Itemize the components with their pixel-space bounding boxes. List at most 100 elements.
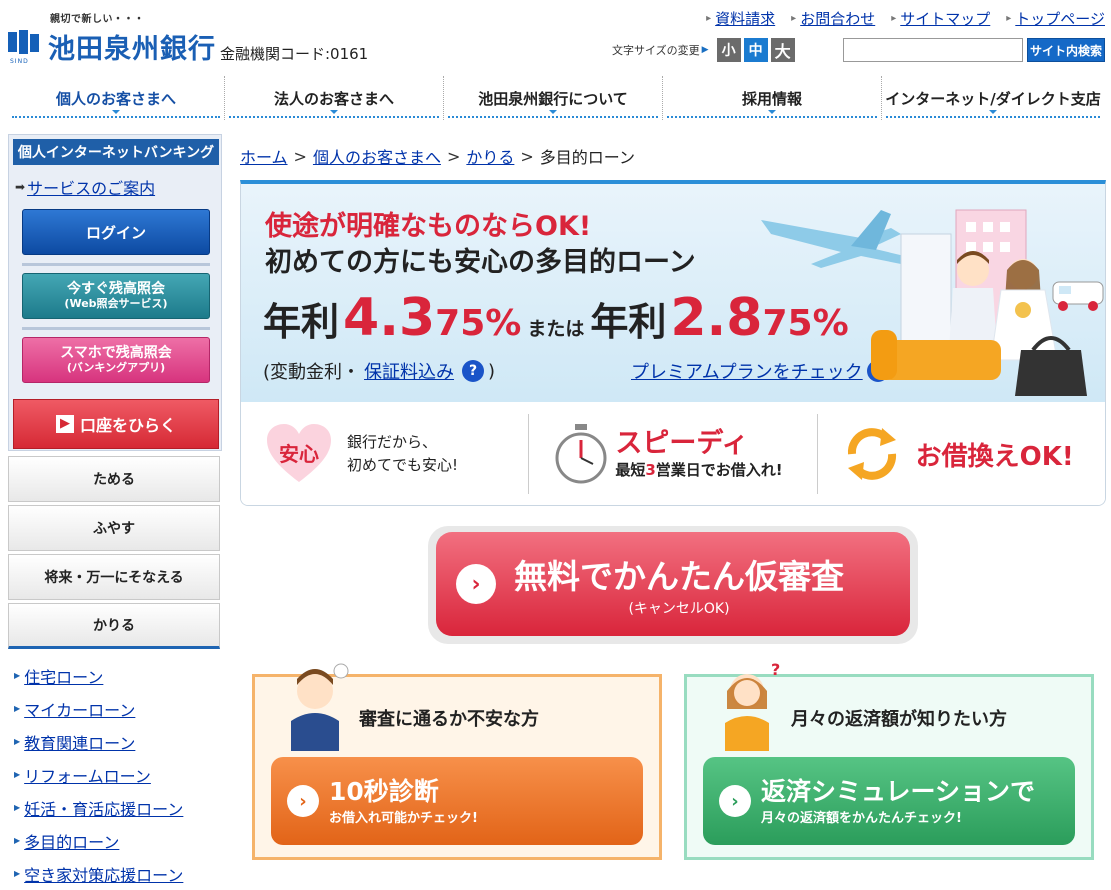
sidebar: 個人インターネットバンキング ➡ サービスのご案内 ログイン 今すぐ残高照会 (… xyxy=(8,134,224,885)
logo-sub-text: SIND xyxy=(10,58,29,65)
list-item[interactable]: ▶ マイカーローン xyxy=(14,692,224,725)
repayment-simulation-button[interactable]: › 返済シミュレーションで 月々の返済額をかんたんチェック! xyxy=(703,757,1075,845)
bank-name[interactable]: 池田泉州銀行 xyxy=(48,27,216,66)
card-button-title: 返済シミュレーションで xyxy=(761,776,1036,806)
bank-logo-icon[interactable]: SIND xyxy=(8,30,40,65)
refinance-title: お借換えOK! xyxy=(915,441,1074,472)
guarantee-fee-link[interactable]: 保証料込み xyxy=(364,358,454,384)
top-link-contact[interactable]: ▸ お問合わせ xyxy=(791,8,875,29)
font-size-medium-button[interactable]: 中 xyxy=(743,38,768,62)
top-link-label[interactable]: サイトマップ xyxy=(900,8,990,29)
site-search-button[interactable]: サイト内検索 xyxy=(1027,38,1105,62)
feature-text: 銀行だから、 初めてでも安心! xyxy=(347,431,458,477)
sub-link-label[interactable]: マイカーローン xyxy=(24,697,135,721)
login-button[interactable]: ログイン xyxy=(22,209,210,255)
rate-label: 年利 xyxy=(590,300,667,344)
speedy-pre: 最短 xyxy=(615,460,646,479)
font-size-small-button[interactable]: 小 xyxy=(716,38,741,62)
open-account-button[interactable]: ▶ 口座をひらく xyxy=(13,399,219,449)
hero-top: 使途が明確なものならOK! 初めての方にも安心の多目的ローン 年利 4.3 75… xyxy=(241,184,1105,402)
top-link-label[interactable]: トップページ xyxy=(1015,8,1105,29)
caret-down-icon xyxy=(768,110,776,114)
side-menu-prepare[interactable]: 将来・万一にそなえる xyxy=(8,554,220,600)
card-button-text: 返済シミュレーションで 月々の返済額をかんたんチェック! xyxy=(761,777,1035,826)
nav-item-personal[interactable]: 個人のお客さまへ xyxy=(8,76,224,120)
pre-screening-button[interactable]: › 無料でかんたん仮審査 (キャンセルOK) xyxy=(436,532,910,636)
sub-link-label[interactable]: 空き家対策応援ローン xyxy=(24,862,183,886)
speedy-title: スピーディ xyxy=(615,427,749,459)
chevron-right-icon: › xyxy=(719,785,751,817)
site-search-input[interactable] xyxy=(843,38,1023,62)
main-content: ホーム > 個人のお客さまへ > かりる > 多目的ローン 使途が明確なものなら… xyxy=(240,134,1106,869)
list-item[interactable]: ▶ リフォームローン xyxy=(14,758,224,791)
list-item[interactable]: ▶ 住宅ローン xyxy=(14,659,224,692)
web-balance-inquiry-button[interactable]: 今すぐ残高照会 (Web照会サービス) xyxy=(22,273,210,319)
sub-link-label[interactable]: 住宅ローン xyxy=(24,664,103,688)
nav-item-label: 池田泉州銀行について xyxy=(478,89,628,108)
car-icon xyxy=(1052,281,1104,311)
speedy-num: 3 xyxy=(645,460,656,479)
side-menu-invest[interactable]: ふやす xyxy=(8,505,220,551)
card-button-text: 10秒診断 お借入れ可能かチェック! xyxy=(329,777,478,826)
top-link-sitemap[interactable]: ▸ サイトマップ xyxy=(891,8,990,29)
airplane-icon xyxy=(761,210,921,268)
chevron-right-icon: › xyxy=(456,564,496,604)
arrow-icon: ▸ xyxy=(891,13,897,24)
anshin-badge: 安心 xyxy=(279,442,319,466)
chevron-right-icon: > xyxy=(446,146,461,166)
button-label: 今すぐ残高照会 xyxy=(67,281,165,297)
card-question: 審査に通るか不安な方 xyxy=(359,709,539,730)
top-link-home[interactable]: ▸ トップページ xyxy=(1006,8,1105,29)
triangle-right-icon: ▶ xyxy=(14,770,21,779)
ten-second-diagnosis-button[interactable]: › 10秒診断 お借入れ可能かチェック! xyxy=(271,757,643,845)
feature-row: 安心 銀行だから、 初めてでも安心! スピーディ 最短3営業日でお借入れ! お借… xyxy=(241,402,1105,505)
list-item[interactable]: ▶ 空き家対策応援ローン xyxy=(14,857,224,890)
list-item[interactable]: ▶ 多目的ローン xyxy=(14,824,224,857)
sub-link-label[interactable]: 教育関連ローン xyxy=(24,730,135,754)
rate1-decimal: 75 xyxy=(435,303,486,344)
arrow-right-icon: ▶ xyxy=(55,415,74,433)
triangle-right-icon: ▶ xyxy=(701,45,709,55)
service-guide-label[interactable]: サービスのご案内 xyxy=(27,175,155,199)
arrow-right-icon: ➡ xyxy=(15,180,26,194)
app-balance-inquiry-button[interactable]: スマホで残高照会 (バンキングアプリ) xyxy=(22,337,210,383)
speedy-sub: 最短3営業日でお借入れ! xyxy=(615,459,782,480)
sub-link-label[interactable]: 妊活・育活応援ローン xyxy=(24,796,183,820)
chevron-right-icon: > xyxy=(293,146,307,166)
card-button-sub: 月々の返済額をかんたんチェック! xyxy=(761,810,962,826)
side-menu-borrow[interactable]: かりる xyxy=(8,603,220,649)
top-link-label[interactable]: お問合わせ xyxy=(800,8,875,29)
site-header: 親切で新しい・・・ SIND 池田泉州銀行 金融機関コード:0161 ▸ 資料請求… xyxy=(0,0,1111,72)
font-size-switcher: 文字サイズの変更 ▶ 小 中 大 xyxy=(612,38,798,62)
feature-text: スピーディ 最短3営業日でお借入れ! xyxy=(615,427,782,480)
diagnosis-card: 審査に通るか不安な方 › 10秒診断 お借入れ可能かチェック! xyxy=(252,663,662,860)
button-sublabel: (バンキングアプリ) xyxy=(66,361,166,374)
font-size-large-button[interactable]: 大 xyxy=(770,38,795,62)
top-links: ▸ 資料請求 ▸ お問合わせ ▸ サイトマップ ▸ トップページ xyxy=(706,8,1105,29)
svg-text:?: ? xyxy=(771,661,780,679)
top-link-label[interactable]: 資料請求 xyxy=(715,8,775,29)
nav-item-about[interactable]: 池田泉州銀行について xyxy=(444,76,662,120)
sub-link-label[interactable]: 多目的ローン xyxy=(24,829,119,853)
nav-item-label: インターネット/ダイレクト支店 xyxy=(885,89,1101,108)
list-item[interactable]: ▶ 妊活・育活応援ローン xyxy=(14,791,224,824)
simulation-card: ? 月々の返済額が知りたい方 › 返済シミュレーションで 月々の返済額をかんたん… xyxy=(684,661,1094,860)
breadcrumb-link[interactable]: 個人のお客さまへ xyxy=(313,144,441,168)
nav-item-corporate[interactable]: 法人のお客さまへ xyxy=(225,76,443,120)
service-guide-link[interactable]: ➡ サービスのご案内 xyxy=(15,175,155,199)
sub-link-label[interactable]: リフォームローン xyxy=(24,763,151,787)
top-link-request[interactable]: ▸ 資料請求 xyxy=(706,8,775,29)
help-icon[interactable]: ? xyxy=(462,360,485,382)
logo-tagline: 親切で新しい・・・ xyxy=(50,14,145,25)
triangle-right-icon: ▶ xyxy=(14,704,21,713)
nav-item-recruit[interactable]: 採用情報 xyxy=(663,76,881,120)
open-account-label: 口座をひらく xyxy=(79,416,176,435)
breadcrumb-link[interactable]: ホーム xyxy=(240,144,288,168)
list-item[interactable]: ▶ 教育関連ローン xyxy=(14,725,224,758)
nav-item-label: 法人のお客さまへ xyxy=(273,89,394,108)
nav-item-internet-branch[interactable]: インターネット/ダイレクト支店 xyxy=(882,76,1104,120)
rate-note-prefix: (変動金利・ xyxy=(263,362,361,383)
triangle-right-icon: ▶ xyxy=(14,836,21,845)
side-menu-save[interactable]: ためる xyxy=(8,456,220,502)
breadcrumb-link[interactable]: かりる xyxy=(466,144,514,168)
